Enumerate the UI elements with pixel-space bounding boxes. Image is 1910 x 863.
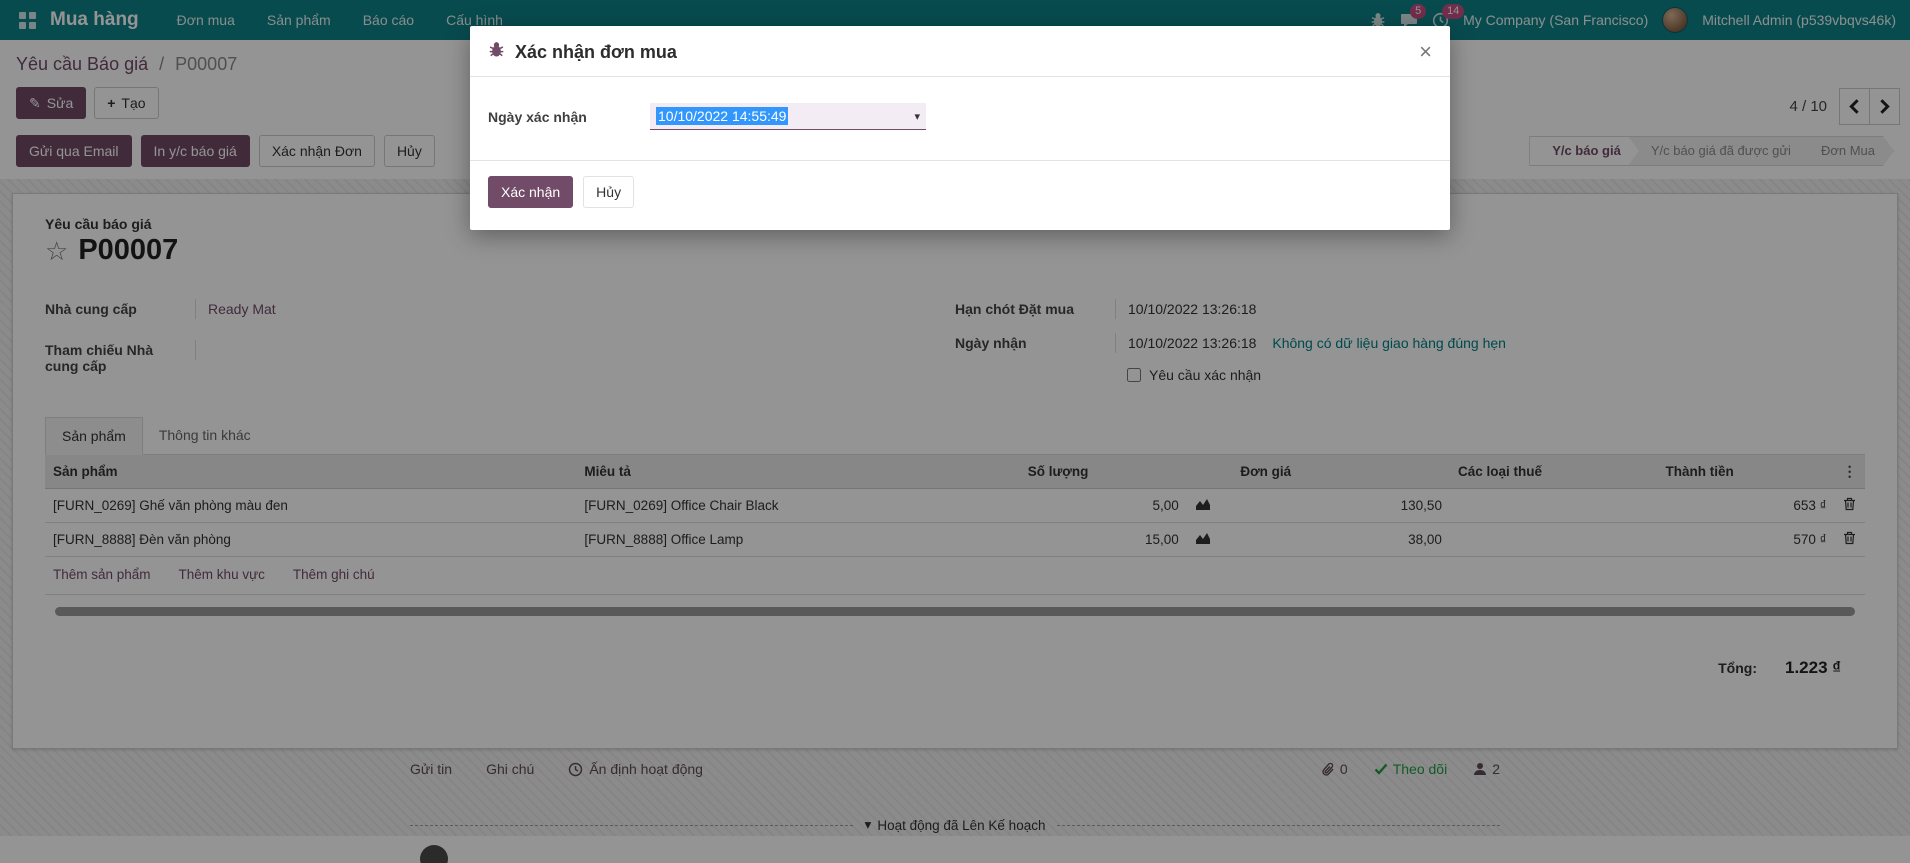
bug-icon [488, 41, 505, 63]
close-icon[interactable]: × [1419, 41, 1432, 63]
modal-confirm-button[interactable]: Xác nhận [488, 176, 574, 208]
confirm-order-dialog: Xác nhận đơn mua × Ngày xác nhận 10/10/2… [470, 26, 1450, 230]
modal-cancel-button[interactable]: Hủy [583, 176, 635, 208]
confirmation-date-label: Ngày xác nhận [488, 108, 587, 125]
selected-date-text: 10/10/2022 14:55:49 [656, 107, 789, 125]
modal-title: Xác nhận đơn mua [515, 41, 677, 62]
confirmation-date-input[interactable]: 10/10/2022 14:55:49 ▾ [650, 103, 926, 130]
datepicker-caret-icon[interactable]: ▾ [914, 110, 920, 123]
